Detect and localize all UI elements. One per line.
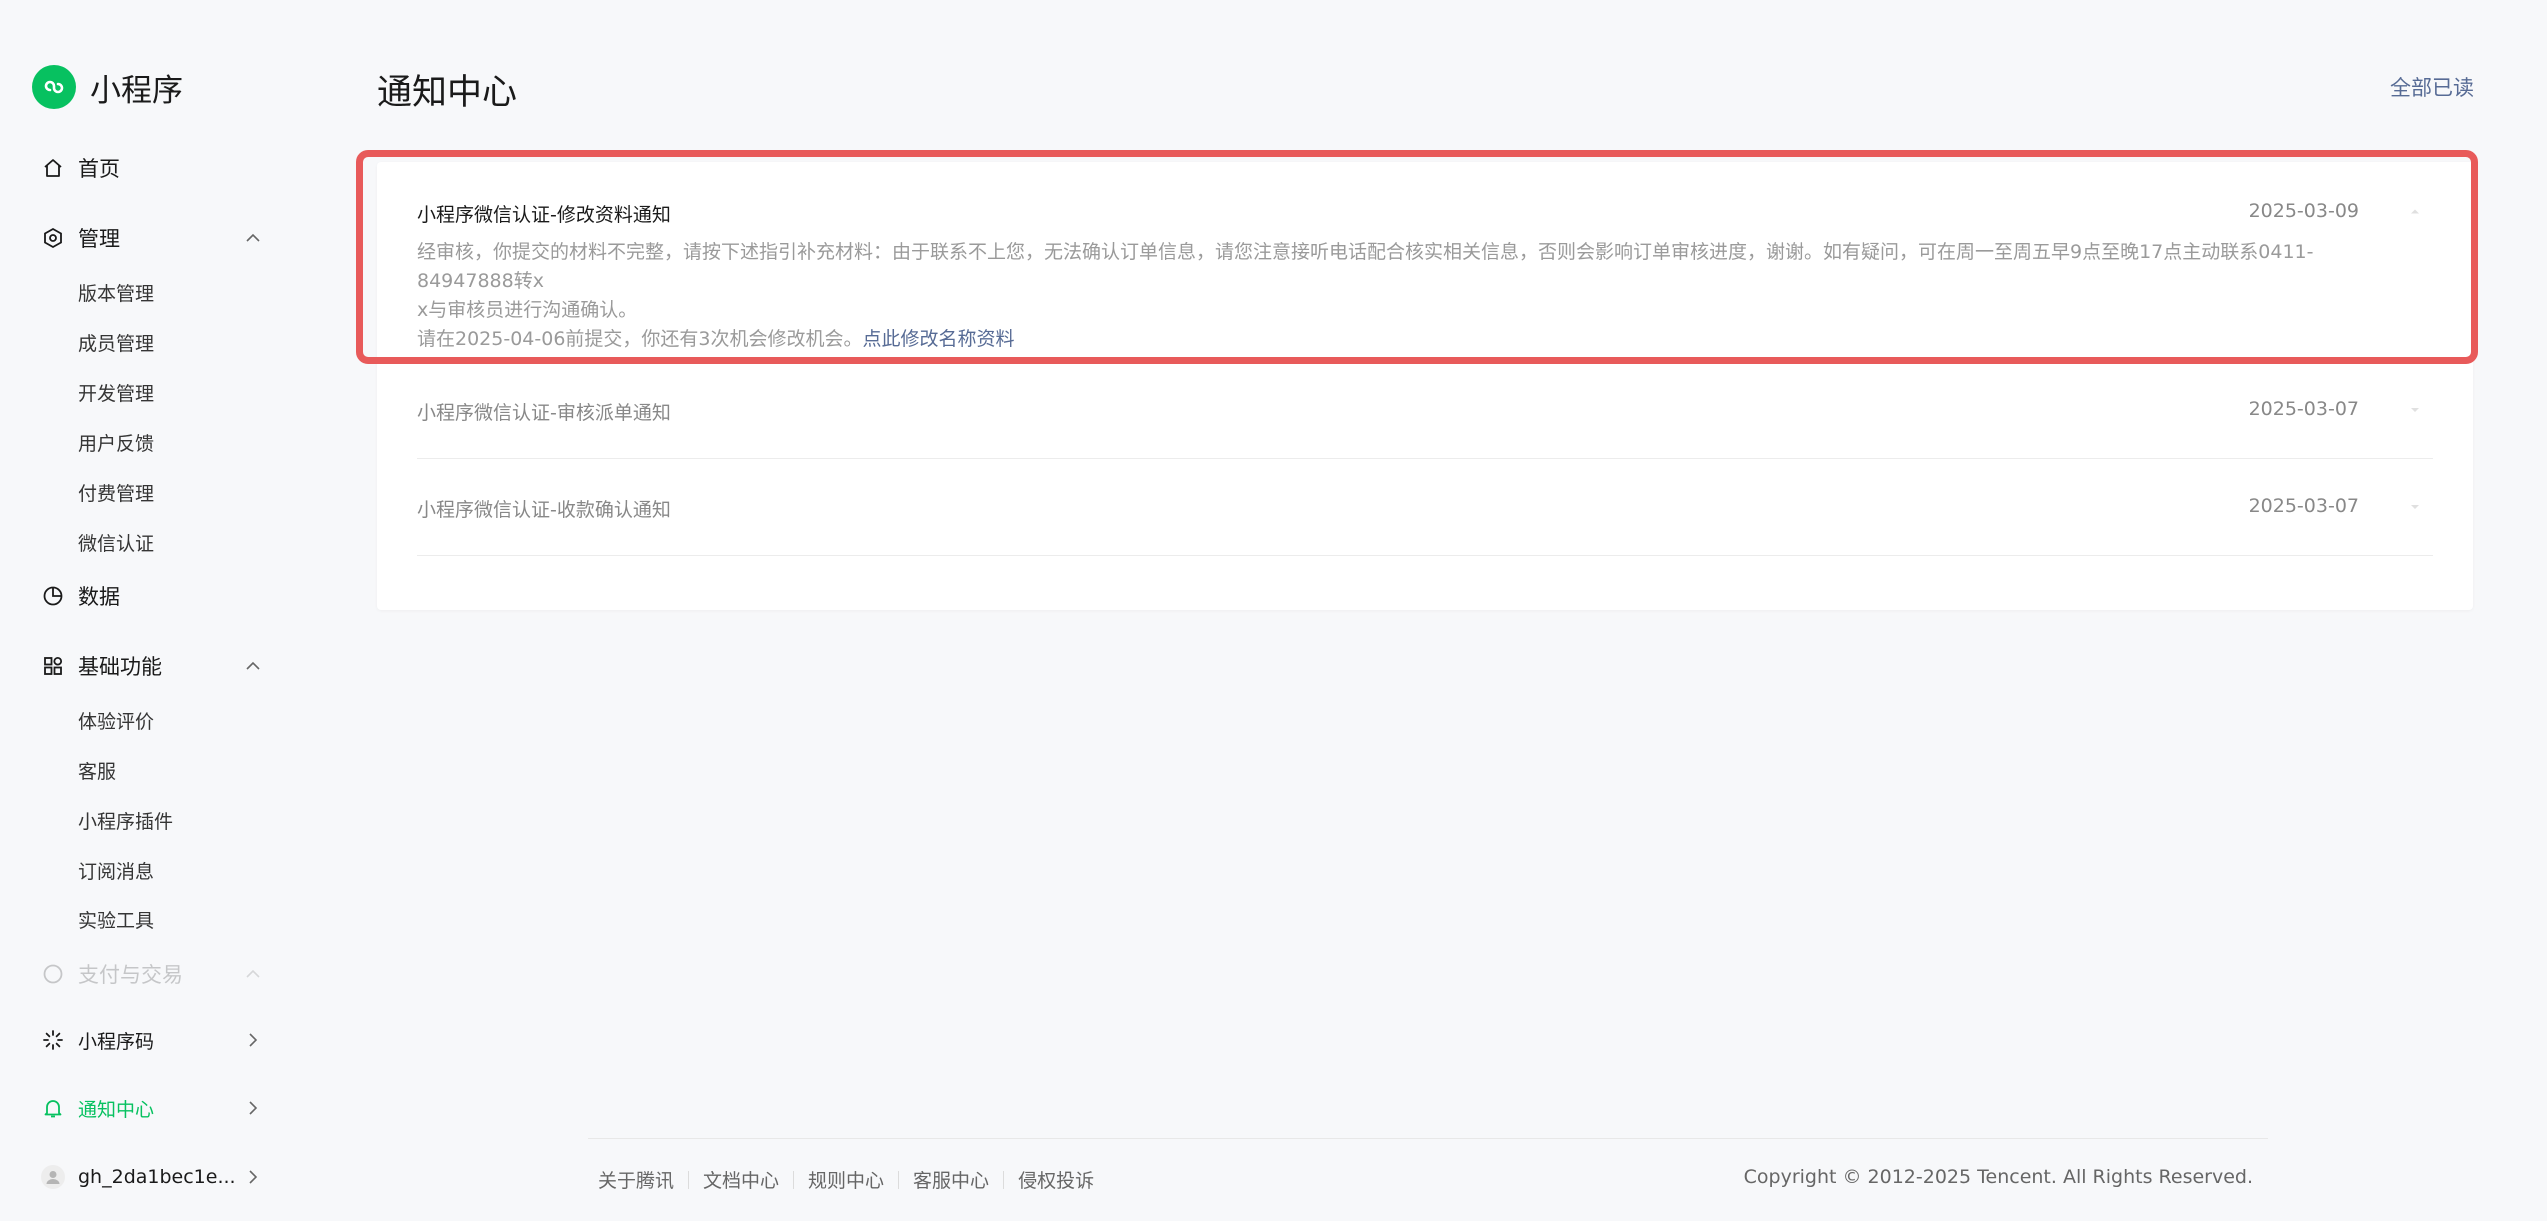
footer-separator (1003, 1170, 1005, 1189)
chevron-up-icon[interactable] (241, 654, 265, 678)
sidebar: 小程序 首页 管理 版本管理 成员管理 开发管理 用户反馈 付费管理 微信认证 … (0, 0, 300, 1221)
account-name: gh_2da1bec1e... (78, 1166, 236, 1188)
home-icon (40, 155, 66, 181)
mini-program-logo-icon (32, 65, 76, 109)
sidebar-subitem-members[interactable]: 成员管理 (78, 326, 154, 358)
sidebar-item-label: 支付与交易 (78, 963, 183, 987)
sidebar-item-label: 通知中心 (78, 1098, 155, 1121)
sidebar-subitem-verification[interactable]: 微信认证 (78, 526, 154, 558)
mini-program-code-icon (40, 1027, 66, 1053)
mark-all-read-button[interactable]: 全部已读 (2390, 72, 2474, 102)
sidebar-subitem-experiment-tools[interactable]: 实验工具 (78, 903, 154, 935)
footer-link-about[interactable]: 关于腾讯 (598, 1166, 674, 1193)
payment-icon (40, 961, 66, 987)
sidebar-subitem-plugins[interactable]: 小程序插件 (78, 804, 173, 836)
sidebar-item-basic-features[interactable]: 基础功能 (40, 646, 265, 686)
notice-date: 2025-03-09 (2248, 200, 2359, 222)
sidebar-item-label: 小程序码 (78, 1030, 155, 1053)
sidebar-item-label: 管理 (78, 227, 120, 251)
bell-icon (40, 1095, 66, 1121)
footer-link-infringement[interactable]: 侵权投诉 (1018, 1166, 1094, 1193)
footer-link-support[interactable]: 客服中心 (913, 1166, 989, 1193)
app-name: 小程序 (90, 72, 183, 109)
chevron-right-icon (241, 1165, 265, 1189)
pie-chart-icon (40, 583, 66, 609)
sidebar-item-label: 首页 (78, 157, 120, 181)
sidebar-item-label: 数据 (78, 585, 120, 609)
sidebar-item-home[interactable]: 首页 (40, 148, 265, 188)
sidebar-item-notice-center[interactable]: 通知中心 (40, 1088, 265, 1128)
sidebar-subitem-version[interactable]: 版本管理 (78, 276, 154, 308)
sidebar-subitem-development[interactable]: 开发管理 (78, 376, 154, 408)
footer-divider (588, 1138, 2268, 1139)
notice-item[interactable]: 小程序微信认证-审核派单通知 2025-03-07 (417, 398, 2433, 428)
notice-list: 小程序微信认证-修改资料通知 2025-03-09 经审核，你提交的材料不完整，… (377, 162, 2473, 610)
divider (417, 555, 2433, 556)
notice-body-line: x与审核员进行沟通确认。 (417, 299, 638, 321)
notice-deadline-text: 请在2025-04-06前提交，你还有3次机会修改机会。 (417, 328, 863, 350)
notice-date: 2025-03-07 (2248, 398, 2359, 420)
chevron-right-icon (241, 1096, 265, 1120)
footer-link-docs[interactable]: 文档中心 (703, 1166, 779, 1193)
footer-links: 关于腾讯 文档中心 规则中心 客服中心 侵权投诉 (598, 1166, 1094, 1193)
app-logo[interactable]: 小程序 (32, 64, 183, 110)
notice-body-line: 经审核，你提交的材料不完整，请按下述指引补充材料：由于联系不上您，无法确认订单信… (417, 241, 2314, 292)
hexagon-settings-icon (40, 225, 66, 251)
notice-item[interactable]: 小程序微信认证-修改资料通知 2025-03-09 经审核，你提交的材料不完整，… (417, 200, 2433, 350)
sidebar-item-qrcode[interactable]: 小程序码 (40, 1020, 265, 1060)
footer-separator (688, 1170, 690, 1189)
footer-separator (898, 1170, 900, 1189)
sidebar-subitem-subscription[interactable]: 订阅消息 (78, 854, 154, 886)
sidebar-item-account[interactable]: gh_2da1bec1e... (40, 1157, 265, 1197)
apps-grid-icon (40, 653, 66, 679)
caret-down-icon[interactable] (2407, 499, 2423, 515)
sidebar-subitem-customer-service[interactable]: 客服 (78, 754, 116, 786)
sidebar-item-label: 基础功能 (78, 655, 162, 679)
divider (417, 362, 2433, 363)
divider (417, 458, 2433, 459)
copyright: Copyright © 2012-2025 Tencent. All Right… (1743, 1166, 2253, 1188)
sidebar-subitem-billing[interactable]: 付费管理 (78, 476, 154, 508)
notice-item[interactable]: 小程序微信认证-收款确认通知 2025-03-07 (417, 495, 2433, 525)
edit-name-info-link[interactable]: 点此修改名称资料 (863, 328, 1015, 350)
page-title: 通知中心 (377, 73, 518, 113)
caret-up-icon[interactable] (2407, 204, 2423, 220)
chevron-up-icon (241, 962, 265, 986)
avatar (40, 1164, 66, 1190)
sidebar-item-payment[interactable]: 支付与交易 (40, 954, 265, 994)
sidebar-subitem-experience[interactable]: 体验评价 (78, 704, 154, 736)
notice-title: 小程序微信认证-修改资料通知 (417, 204, 671, 226)
chevron-right-icon (241, 1028, 265, 1052)
sidebar-item-manage[interactable]: 管理 (40, 218, 265, 258)
notice-body: 经审核，你提交的材料不完整，请按下述指引补充材料：由于联系不上您，无法确认订单信… (417, 238, 2369, 354)
sidebar-subitem-feedback[interactable]: 用户反馈 (78, 426, 154, 458)
notice-title: 小程序微信认证-审核派单通知 (417, 402, 671, 424)
sidebar-item-data[interactable]: 数据 (40, 576, 265, 616)
chevron-up-icon[interactable] (241, 226, 265, 250)
notice-title: 小程序微信认证-收款确认通知 (417, 499, 671, 521)
caret-down-icon[interactable] (2407, 402, 2423, 418)
notice-date: 2025-03-07 (2248, 495, 2359, 517)
footer-link-rules[interactable]: 规则中心 (808, 1166, 884, 1193)
notice-body-line: 请在2025-04-06前提交，你还有3次机会修改机会。点此修改名称资料 (417, 325, 2369, 354)
footer-separator (793, 1170, 795, 1189)
